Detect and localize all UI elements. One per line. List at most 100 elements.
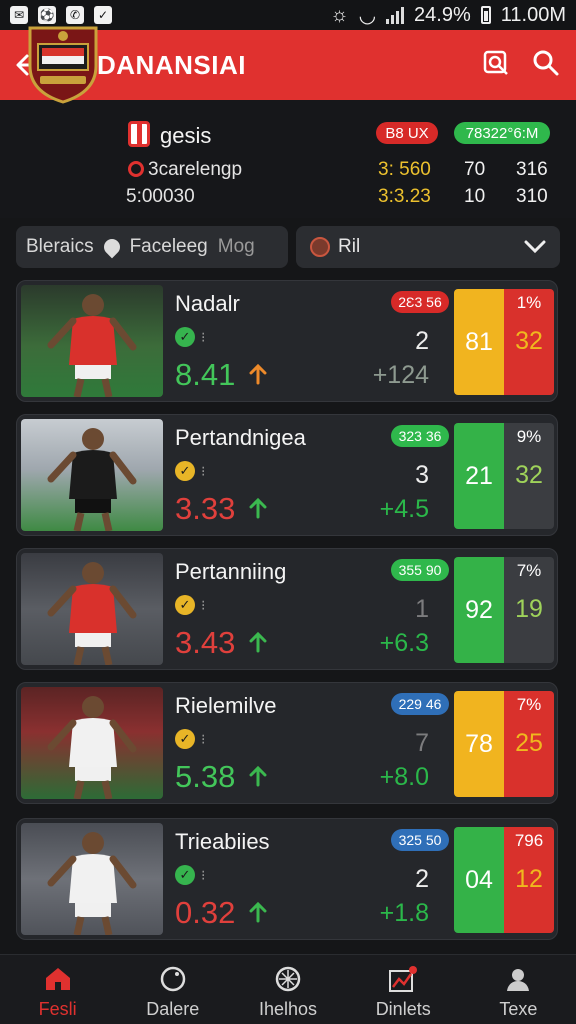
player-photo <box>21 687 163 799</box>
player-rank: 1 <box>415 595 429 623</box>
nav-label-ball: Ihelhos <box>258 999 318 1019</box>
team-stat-label-2: 3:3.23 <box>378 186 431 207</box>
score-right-value: 19 <box>515 595 543 623</box>
player-rating: 0.32 <box>175 895 236 930</box>
player-card[interactable]: Pertandnigea ✓ ⁝ 3.33 323 36 3 +4.5 21 9… <box>16 414 558 536</box>
player-delta: +8.0 <box>379 763 429 791</box>
nav-label-home: Fesli <box>38 999 77 1019</box>
more-dots-icon: ⁝ <box>201 329 206 345</box>
score-box-left: 92 <box>454 557 504 663</box>
more-dots-icon: ⁝ <box>201 597 206 613</box>
player-rating: 3.43 <box>175 625 236 660</box>
more-dots-icon: ⁝ <box>201 463 206 479</box>
score-right-value: 25 <box>515 729 543 757</box>
player-name: Trieabiies <box>175 829 270 854</box>
home-icon <box>43 965 73 993</box>
team-crest-icon <box>28 26 98 104</box>
player-rank: 2 <box>415 327 429 355</box>
nav-item-clock[interactable]: Dalere <box>115 955 230 1024</box>
player-card[interactable]: Trieabiies ✓ ⁝ 0.32 325 50 2 +1.8 04 796… <box>16 818 558 940</box>
player-photo <box>21 285 163 397</box>
team-score-line: 5:00030 <box>126 186 195 207</box>
league-dropdown[interactable]: Ril <box>296 226 560 268</box>
nav-label-chart: Dinlets <box>375 999 431 1019</box>
team-header <box>0 100 576 218</box>
ball-icon <box>273 965 303 993</box>
player-delta: +4.5 <box>379 495 429 523</box>
nav-item-ball[interactable]: Ihelhos <box>230 955 345 1024</box>
player-name: Rielemilve <box>175 693 277 718</box>
arrow-up-icon <box>249 631 267 653</box>
score-percent: 9% <box>516 427 542 446</box>
team-stat-label-1: 3: 560 <box>378 159 431 180</box>
team-flag-icon <box>128 121 150 147</box>
nav-label-profile: Texe <box>499 999 538 1019</box>
player-rating: 5.38 <box>175 759 236 794</box>
filter-item-3[interactable]: Mog <box>218 236 255 258</box>
player-rating: 8.41 <box>175 357 236 392</box>
player-delta: +6.3 <box>379 629 429 657</box>
chevron-down-icon <box>524 240 546 254</box>
score-box-right: 7% 19 <box>504 557 554 663</box>
score-box-left: 21 <box>454 423 504 529</box>
player-name: Nadalr <box>175 291 240 316</box>
check-badge-icon: ✓ <box>175 729 195 749</box>
arrow-up-icon <box>249 363 267 385</box>
score-percent: 1% <box>516 293 542 312</box>
more-dots-icon: ⁝ <box>201 867 206 883</box>
filter-item-1[interactable]: Bleraics <box>26 236 94 258</box>
player-photo <box>21 419 163 531</box>
nav-item-chart[interactable]: Dinlets <box>346 955 461 1024</box>
dropdown-label: Ril <box>338 236 361 257</box>
team-pill-right: 78322°6:M <box>454 122 550 144</box>
player-card[interactable]: Pertanniing ✓ ⁝ 3.43 355 90 1 +6.3 92 7%… <box>16 548 558 670</box>
sun-icon: ☼ <box>330 3 349 26</box>
player-tag: 325 50 <box>391 829 449 851</box>
target-icon <box>128 161 144 177</box>
score-right-value: 32 <box>515 327 543 355</box>
nav-item-home[interactable]: Fesli <box>0 955 115 1024</box>
player-card[interactable]: Rielemilve ✓ ⁝ 5.38 229 46 7 +8.0 78 7% … <box>16 682 558 804</box>
score-right-value: 12 <box>515 865 543 893</box>
player-name: Pertandnigea <box>175 425 306 450</box>
player-tag: 2Ɛ3 56 <box>391 291 449 313</box>
player-card[interactable]: Nadalr ✓ ⁝ 8.41 2Ɛ3 56 2 +124 81 1% 32 <box>16 280 558 402</box>
player-rank: 2 <box>415 865 429 893</box>
team-stat-b-1: 316 <box>516 159 548 180</box>
check-badge-icon: ✓ <box>175 595 195 615</box>
player-photo <box>21 553 163 665</box>
score-box-right: 796 12 <box>504 827 554 933</box>
arrow-up-icon <box>249 497 267 519</box>
team-pill-left: B8 UX <box>376 122 438 144</box>
score-right-value: 32 <box>515 461 543 489</box>
location-pin-icon <box>100 235 123 259</box>
arrow-up-icon <box>249 901 267 923</box>
chart-icon <box>388 965 418 993</box>
signal-icon <box>386 6 405 24</box>
nav-label-clock: Dalere <box>146 999 200 1019</box>
score-percent: 796 <box>514 831 544 850</box>
search-icon <box>533 50 559 75</box>
battery-icon <box>480 6 491 24</box>
player-rank: 7 <box>415 729 429 757</box>
search-button[interactable] <box>532 49 560 82</box>
player-delta: +124 <box>372 361 429 389</box>
nav-item-profile[interactable]: Texe <box>461 955 576 1024</box>
team-stat-a-2: 10 <box>464 186 486 207</box>
bottom-navigation: Fesli Dalere Ihelhos Dinlets Texe <box>0 954 576 1024</box>
battery-percent: 24.9% <box>414 3 471 26</box>
score-box-left: 04 <box>454 827 504 933</box>
square-search-icon <box>483 50 508 75</box>
filter-search-button[interactable] <box>482 49 510 82</box>
filter-item-2[interactable]: Faceleeg <box>130 236 208 258</box>
clock-time: 11.00M <box>500 3 566 26</box>
team-name: gesis <box>160 123 212 148</box>
player-name: Pertanniing <box>175 559 287 584</box>
player-rank: 3 <box>415 461 429 489</box>
team-subtitle: 3carelengp <box>148 159 243 180</box>
profile-icon <box>503 965 533 993</box>
filter-bar: Bleraics Faceleeg Mog <box>16 226 288 268</box>
clock-icon <box>158 965 188 993</box>
wifi-icon: ◡ <box>358 4 377 27</box>
check-badge-icon: ✓ <box>175 865 195 885</box>
